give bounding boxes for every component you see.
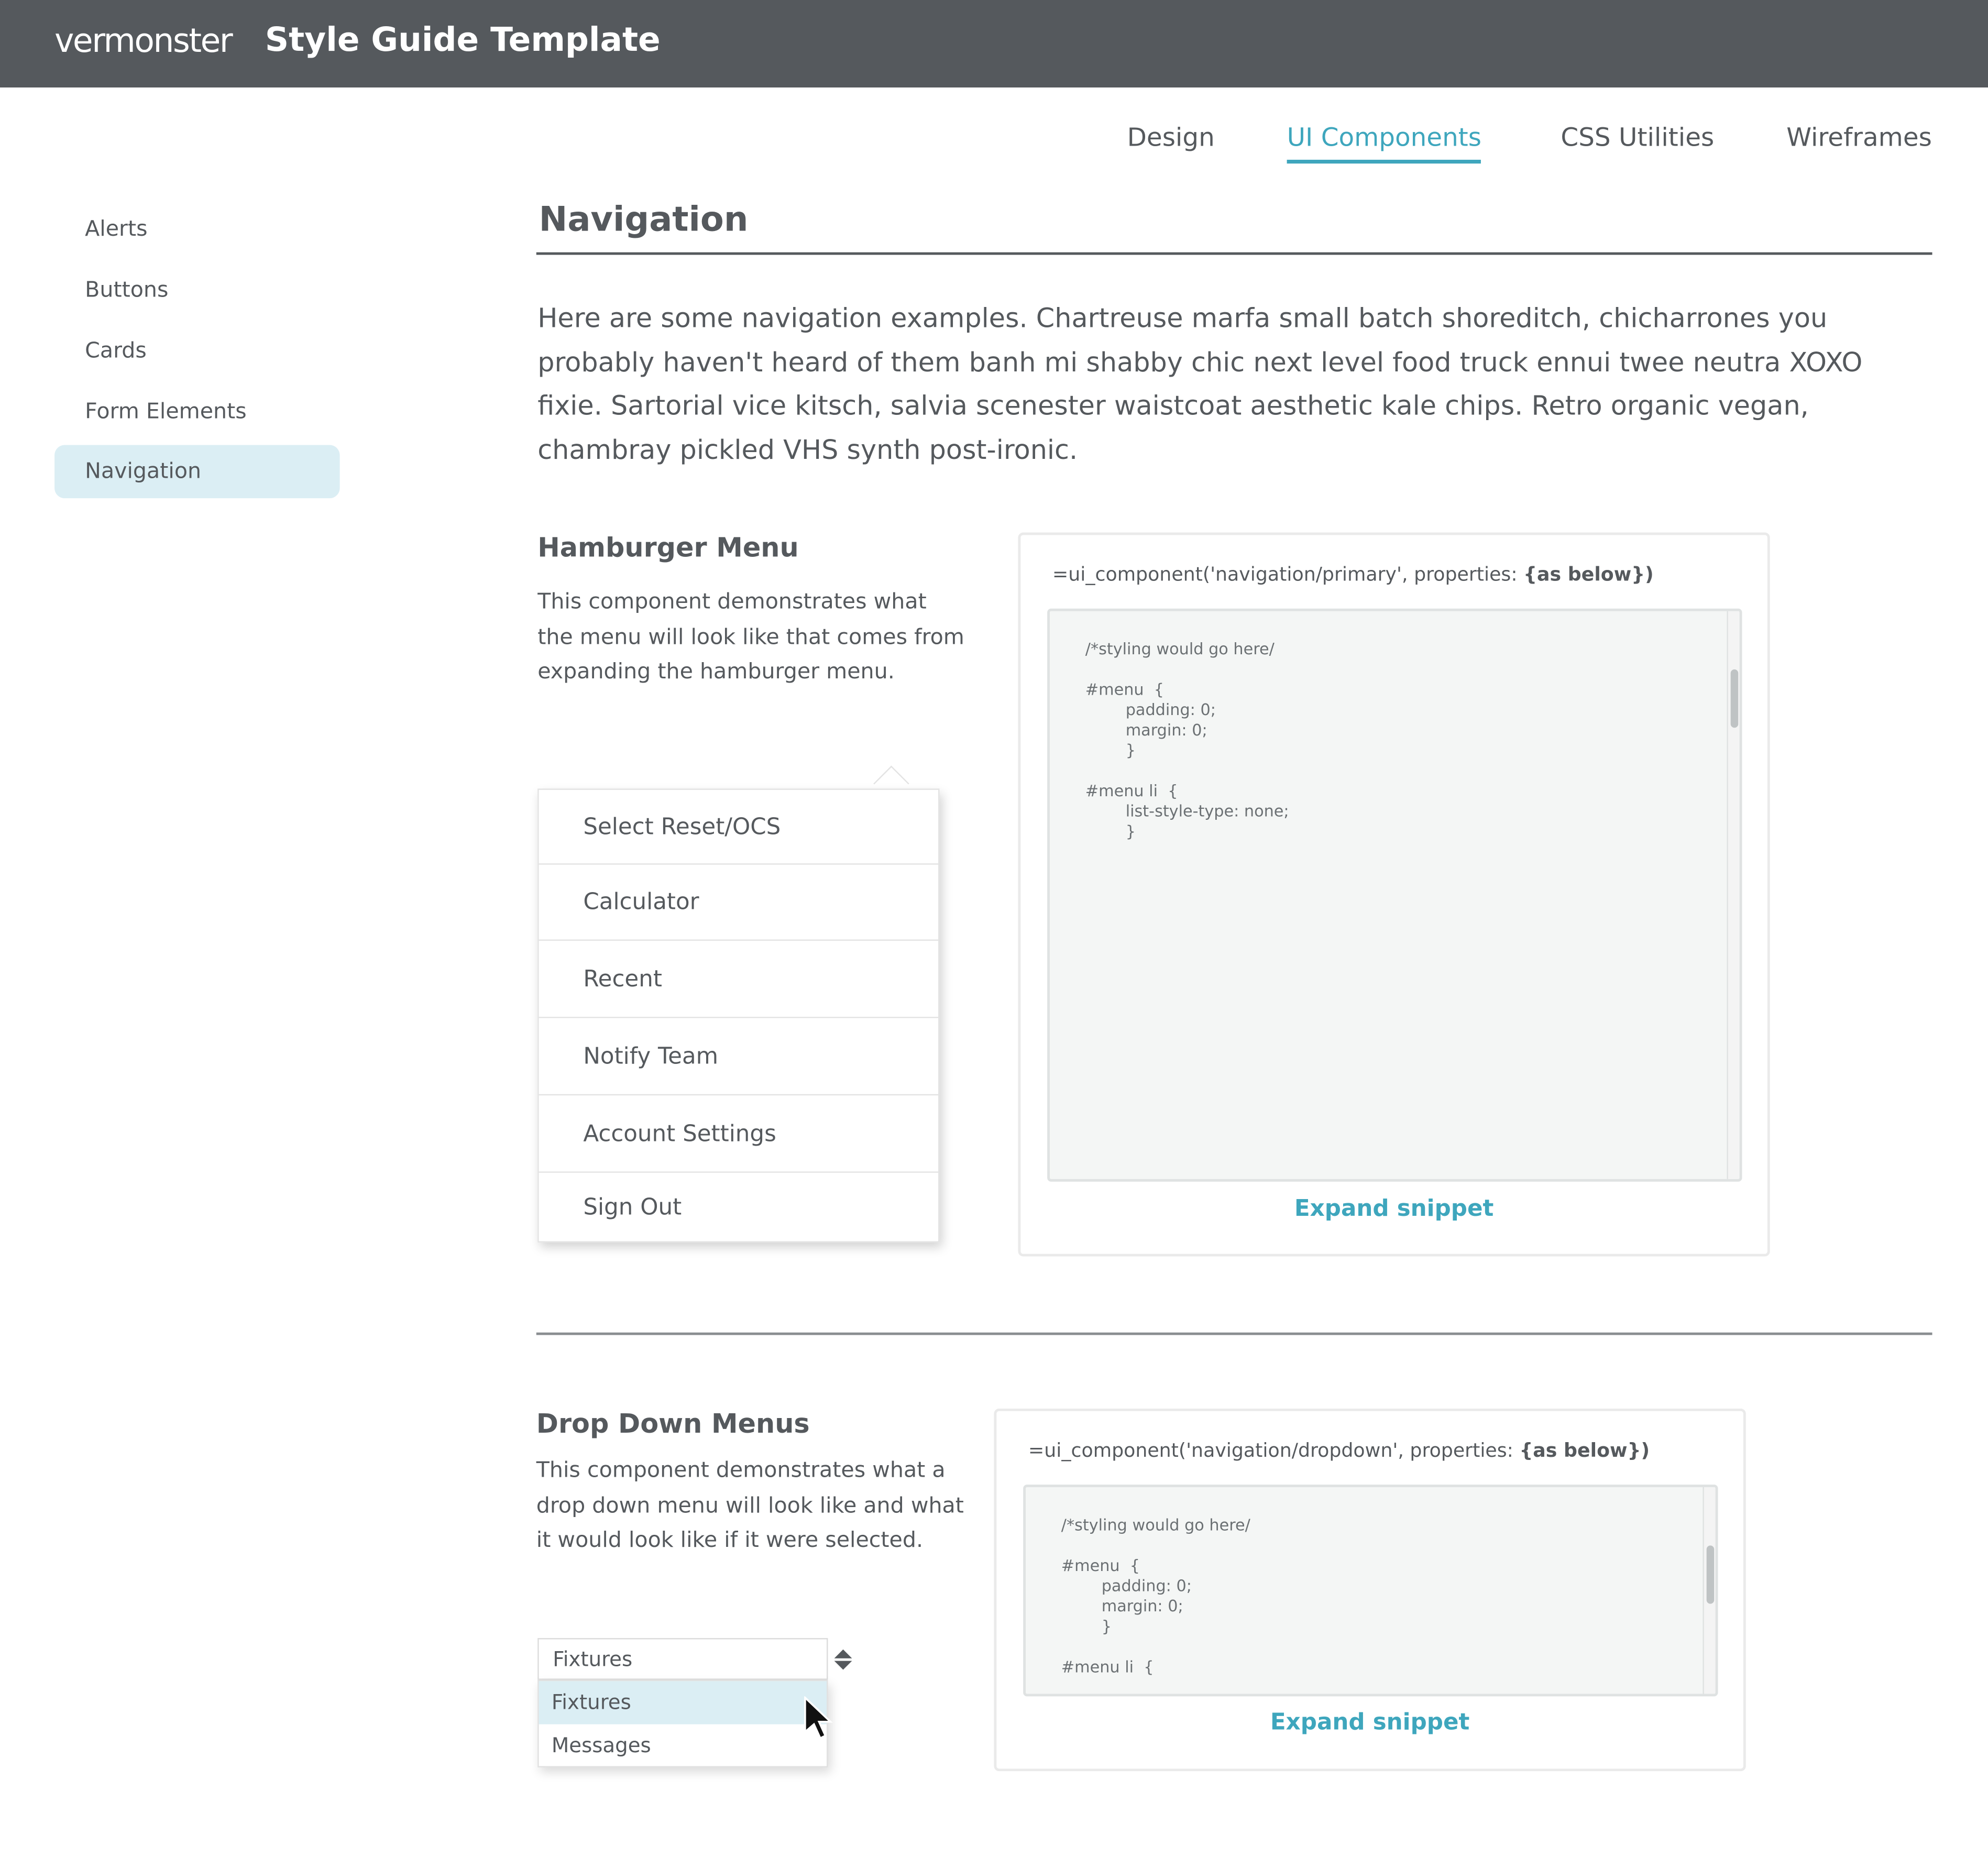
menu-item-calculator[interactable]: Calculator — [539, 865, 939, 941]
code-snippet-box[interactable]: /*styling would go here/ #menu { padding… — [1023, 1485, 1718, 1697]
sidebar-item-alerts[interactable]: Alerts — [54, 203, 340, 256]
tab-wireframes[interactable]: Wireframes — [1786, 122, 1932, 160]
expand-snippet-button[interactable]: Expand snippet — [996, 1709, 1743, 1736]
menu-item-account-settings[interactable]: Account Settings — [539, 1095, 939, 1173]
sidebar-item-navigation[interactable]: Navigation — [54, 445, 340, 499]
snippet-call-text: =ui_component('navigation/primary', prop… — [1052, 563, 1524, 586]
dropdown-section-title: Drop Down Menus — [536, 1408, 810, 1440]
snippet-call-label: =ui_component('navigation/primary', prop… — [1052, 563, 1654, 586]
menu-item-notify-team[interactable]: Notify Team — [539, 1018, 939, 1096]
menu-item-recent[interactable]: Recent — [539, 941, 939, 1018]
dropdown-section-description: This component demonstrates what a drop … — [536, 1458, 964, 1553]
title-divider — [536, 252, 1932, 255]
sidebar-item-cards[interactable]: Cards — [54, 325, 340, 378]
vermonster-logo[interactable]: vermonster — [54, 23, 233, 61]
snippet-call-label: =ui_component('navigation/dropdown', pro… — [1028, 1439, 1650, 1462]
code-scrollbar[interactable] — [1727, 611, 1740, 1179]
dropdown-options-list: Fixtures Messages — [537, 1679, 828, 1767]
menu-item-sign-out[interactable]: Sign Out — [539, 1173, 938, 1241]
sort-arrows-icon[interactable] — [833, 1648, 853, 1671]
section-tabs: Design UI Components CSS Utilities Wiref… — [1127, 122, 1934, 167]
code-snippet-text: /*styling would go here/ #menu { padding… — [1085, 639, 1289, 841]
style-guide-page: vermonster Style Guide Template Design U… — [0, 0, 1988, 1857]
dropdown-option-messages[interactable]: Messages — [539, 1724, 827, 1767]
mouse-pointer-icon — [804, 1696, 833, 1740]
primary-snippet-card: =ui_component('navigation/primary', prop… — [1018, 532, 1770, 1257]
page-title: Navigation — [539, 200, 749, 240]
tab-css-utilities[interactable]: CSS Utilities — [1561, 122, 1714, 160]
top-header-bar: vermonster Style Guide Template — [0, 0, 1988, 88]
dropdown-snippet-card: =ui_component('navigation/dropdown', pro… — [994, 1408, 1746, 1772]
section-divider — [536, 1332, 1932, 1335]
tab-design[interactable]: Design — [1127, 122, 1215, 160]
expand-snippet-button[interactable]: Expand snippet — [1020, 1195, 1767, 1222]
code-snippet-text: /*styling would go here/ #menu { padding… — [1061, 1515, 1250, 1676]
snippet-call-text: =ui_component('navigation/dropdown', pro… — [1028, 1439, 1520, 1462]
hamburger-section-description: This component demonstrates what the men… — [537, 589, 964, 685]
snippet-props-text: {as below}) — [1519, 1439, 1650, 1462]
sidebar-item-buttons[interactable]: Buttons — [54, 263, 340, 317]
code-snippet-box[interactable]: /*styling would go here/ #menu { padding… — [1047, 608, 1742, 1182]
snippet-props-text: {as below}) — [1523, 563, 1654, 586]
hamburger-section-title: Hamburger Menu — [537, 532, 799, 563]
intro-paragraph: Here are some navigation examples. Chart… — [537, 303, 1863, 465]
hamburger-menu-panel: Select Reset/OCS Calculator Recent Notif… — [537, 788, 940, 1243]
dropdown-option-fixtures[interactable]: Fixtures — [539, 1681, 827, 1724]
app-title: Style Guide Template — [265, 21, 661, 60]
sidebar-item-form-elements[interactable]: Form Elements — [54, 386, 340, 439]
code-scrollbar[interactable] — [1703, 1487, 1716, 1694]
scrollbar-thumb[interactable] — [1706, 1545, 1715, 1604]
scrollbar-thumb[interactable] — [1730, 669, 1739, 728]
menu-item-select-reset[interactable]: Select Reset/OCS — [539, 790, 939, 865]
dropdown-select[interactable]: Fixtures — [537, 1638, 828, 1680]
tab-ui-components[interactable]: UI Components — [1287, 122, 1481, 164]
